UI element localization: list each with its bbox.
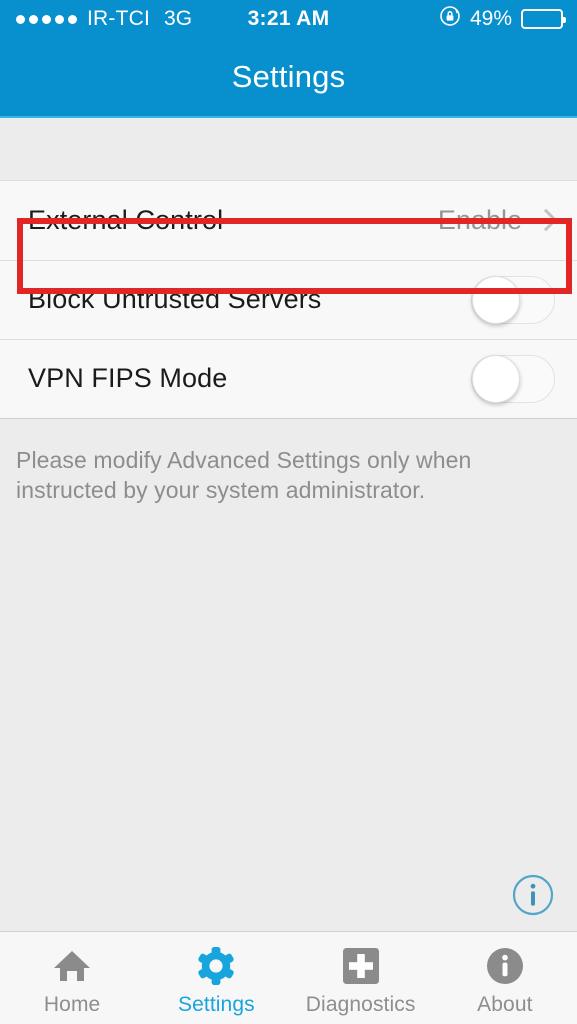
tab-home[interactable]: Home (0, 932, 144, 1024)
row-value: Enable (437, 205, 522, 235)
row-label: Block Untrusted Servers (28, 284, 322, 314)
toggle-knob (472, 275, 520, 324)
status-bar-right: 49% (439, 0, 566, 38)
info-circle-filled-icon (485, 946, 525, 986)
tab-bar: Home Settings Diagnostics About (0, 931, 577, 1024)
chevron-right-icon (538, 210, 551, 232)
home-icon (52, 946, 92, 986)
settings-content: External Control Enable Block Untrusted … (0, 118, 577, 931)
advanced-settings-note: Please modify Advanced Settings only whe… (16, 447, 472, 504)
settings-row-external-control[interactable]: External Control Enable (0, 181, 577, 260)
content-top-spacer (0, 118, 577, 180)
row-label: External Control (28, 205, 224, 235)
battery-icon (521, 9, 566, 29)
tab-label: Home (43, 992, 101, 1016)
tab-label: Settings (178, 992, 255, 1016)
settings-row-vpn-fips-mode[interactable]: VPN FIPS Mode (0, 339, 577, 418)
info-circle-icon (512, 874, 554, 916)
plus-square-icon (341, 946, 381, 986)
app-screen: IR-TCI 3G 3:21 AM 49% Settings External … (0, 0, 577, 1024)
tab-settings[interactable]: Settings (144, 932, 288, 1024)
info-button[interactable] (511, 873, 555, 917)
tab-label: About (477, 992, 533, 1016)
page-title: Settings (231, 59, 346, 94)
battery-percent-label: 49% (469, 7, 512, 30)
row-label: VPN FIPS Mode (28, 363, 228, 393)
navigation-bar: Settings (0, 38, 577, 118)
rotation-lock-icon (439, 5, 461, 33)
block-untrusted-servers-toggle[interactable] (471, 275, 555, 324)
tab-label: Diagnostics (305, 992, 416, 1016)
status-bar: IR-TCI 3G 3:21 AM 49% (0, 0, 577, 38)
tab-about[interactable]: About (433, 932, 577, 1024)
toggle-knob (472, 354, 520, 403)
tab-diagnostics[interactable]: Diagnostics (289, 932, 433, 1024)
vpn-fips-mode-toggle[interactable] (471, 354, 555, 403)
settings-list: External Control Enable Block Untrusted … (0, 180, 577, 419)
gear-icon (196, 946, 236, 986)
settings-row-block-untrusted-servers[interactable]: Block Untrusted Servers (0, 260, 577, 339)
